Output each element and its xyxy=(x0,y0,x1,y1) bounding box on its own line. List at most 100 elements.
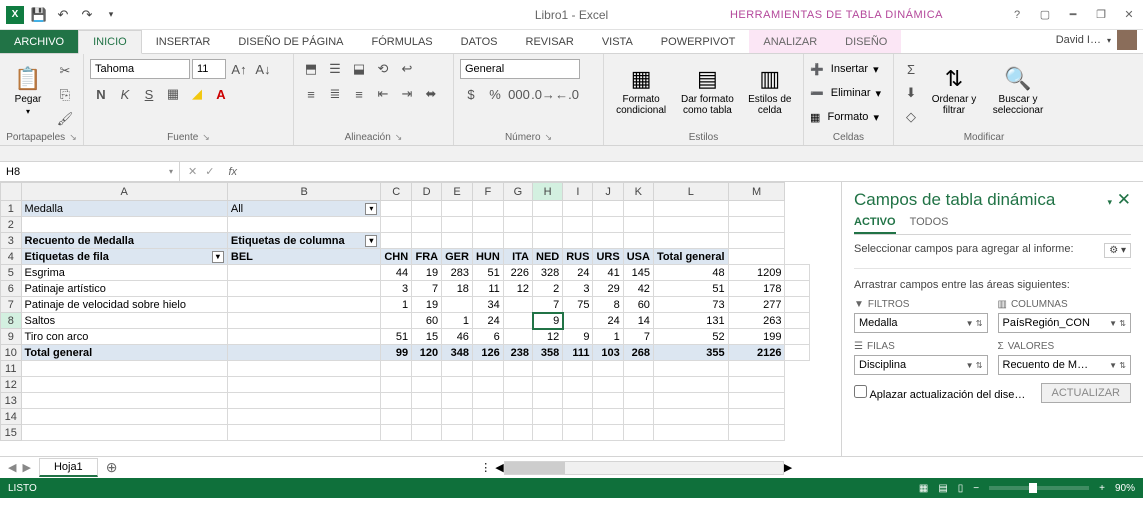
increase-decimal-icon[interactable]: .0→ xyxy=(532,83,554,105)
row-header-1[interactable]: 1 xyxy=(1,201,22,217)
filter-dropdown-icon[interactable]: ▾ xyxy=(365,203,377,215)
name-box[interactable]: H8▾ xyxy=(0,162,180,182)
row-header-9[interactable]: 9 xyxy=(1,329,22,345)
tab-powerpivot[interactable]: POWERPIVOT xyxy=(647,30,750,53)
cancel-formula-icon[interactable]: ✕ xyxy=(188,165,197,178)
spreadsheet-grid[interactable]: ABCDEFGHIJKLM1MedallaAll▾23Recuento de M… xyxy=(0,182,810,441)
scroll-left-icon[interactable]: ◀ xyxy=(495,461,503,474)
view-pagebreak-icon[interactable]: ▯ xyxy=(958,483,964,494)
undo-icon[interactable]: ↶ xyxy=(54,6,72,24)
restore-icon[interactable]: ❐ xyxy=(1087,3,1115,27)
increase-indent-icon[interactable]: ⇥ xyxy=(396,83,418,105)
row-header-15[interactable]: 15 xyxy=(1,425,22,441)
tab-vista[interactable]: VISTA xyxy=(588,30,647,53)
tab-archivo[interactable]: ARCHIVO xyxy=(0,30,78,53)
copy-icon[interactable]: ⎘ xyxy=(54,84,76,106)
align-top-icon[interactable]: ⬒ xyxy=(300,58,322,80)
row-header-8[interactable]: 8 xyxy=(1,313,22,329)
decrease-font-icon[interactable]: A↓ xyxy=(252,58,274,80)
row-header-4[interactable]: 4 xyxy=(1,249,22,265)
autosum-icon[interactable]: Σ xyxy=(900,58,922,80)
tab-insertar[interactable]: INSERTAR xyxy=(142,30,225,53)
tab-formulas[interactable]: FÓRMULAS xyxy=(358,30,447,53)
zoom-level[interactable]: 90% xyxy=(1115,483,1135,494)
format-cells-button[interactable]: ▦ Formato ▾ xyxy=(810,106,881,128)
row-header-13[interactable]: 13 xyxy=(1,393,22,409)
rows-area-item[interactable]: Disciplina▼ ⇅ xyxy=(854,355,988,375)
col-header-E[interactable]: E xyxy=(442,183,473,201)
values-area-item[interactable]: Recuento de M…▼ ⇅ xyxy=(998,355,1132,375)
redo-icon[interactable]: ↷ xyxy=(78,6,96,24)
user-name[interactable]: David I… xyxy=(1056,34,1101,46)
cut-icon[interactable]: ✂ xyxy=(54,60,76,82)
tab-diseno-pagina[interactable]: DISEÑO DE PÁGINA xyxy=(224,30,357,53)
tab-analizar[interactable]: ANALIZAR xyxy=(749,30,831,53)
sheet-tab-hoja1[interactable]: Hoja1 xyxy=(39,458,98,477)
format-painter-icon[interactable]: 🖌 xyxy=(54,108,76,130)
font-color-icon[interactable]: A xyxy=(210,83,232,105)
col-header-A[interactable]: A xyxy=(21,183,227,201)
col-header-H[interactable]: H xyxy=(533,183,563,201)
bold-icon[interactable]: N xyxy=(90,83,112,105)
close-icon[interactable]: ✕ xyxy=(1115,3,1143,27)
increase-font-icon[interactable]: A↑ xyxy=(228,58,250,80)
dialog-launcher-icon[interactable]: ↘ xyxy=(541,132,553,142)
align-bottom-icon[interactable]: ⬓ xyxy=(348,58,370,80)
font-name-input[interactable] xyxy=(90,59,190,79)
view-layout-icon[interactable]: ▤ xyxy=(938,483,947,494)
close-pane-icon[interactable]: ✕ xyxy=(1117,190,1131,209)
tab-datos[interactable]: DATOS xyxy=(447,30,512,53)
align-middle-icon[interactable]: ☰ xyxy=(324,58,346,80)
thousands-icon[interactable]: 000 xyxy=(508,83,530,105)
tab-revisar[interactable]: REVISAR xyxy=(512,30,588,53)
row-header-2[interactable]: 2 xyxy=(1,217,22,233)
col-header-K[interactable]: K xyxy=(623,183,653,201)
number-format-input[interactable] xyxy=(460,59,580,79)
prev-sheet-icon[interactable]: ◀ xyxy=(8,461,16,474)
add-sheet-icon[interactable]: ⊕ xyxy=(98,459,126,476)
row-header-11[interactable]: 11 xyxy=(1,361,22,377)
row-filter-dropdown-icon[interactable]: ▾ xyxy=(212,251,224,263)
tab-diseno[interactable]: DISEÑO xyxy=(831,30,901,53)
fields-tab-todos[interactable]: TODOS xyxy=(910,216,949,234)
dialog-launcher-icon[interactable]: ↘ xyxy=(198,132,210,142)
col-header-I[interactable]: I xyxy=(563,183,593,201)
orientation-icon[interactable]: ⟲ xyxy=(372,58,394,80)
zoom-in-icon[interactable]: + xyxy=(1099,483,1105,494)
row-header-12[interactable]: 12 xyxy=(1,377,22,393)
accounting-icon[interactable]: $ xyxy=(460,83,482,105)
horizontal-scrollbar[interactable] xyxy=(504,461,784,475)
paste-button[interactable]: 📋 Pegar ▾ xyxy=(6,58,50,124)
row-header-7[interactable]: 7 xyxy=(1,297,22,313)
col-header-L[interactable]: L xyxy=(653,183,728,201)
conditional-format-button[interactable]: ▦Formato condicional xyxy=(610,58,672,124)
fill-icon[interactable]: ⬇ xyxy=(900,82,922,104)
find-select-button[interactable]: 🔍Buscar y seleccionar xyxy=(986,58,1050,124)
col-header-B[interactable]: B xyxy=(227,183,380,201)
percent-icon[interactable]: % xyxy=(484,83,506,105)
decrease-indent-icon[interactable]: ⇤ xyxy=(372,83,394,105)
col-header-M[interactable]: M xyxy=(728,183,785,201)
dialog-launcher-icon[interactable]: ↘ xyxy=(65,132,77,142)
zoom-out-icon[interactable]: − xyxy=(973,483,979,494)
border-icon[interactable]: ▦ xyxy=(162,83,184,105)
col-header-C[interactable]: C xyxy=(381,183,412,201)
row-header-5[interactable]: 5 xyxy=(1,265,22,281)
cell-styles-button[interactable]: ▥Estilos de celda xyxy=(743,58,797,124)
align-right-icon[interactable]: ≡ xyxy=(348,83,370,105)
defer-update-checkbox[interactable]: Aplazar actualización del dise… xyxy=(854,385,1025,401)
align-center-icon[interactable]: ≣ xyxy=(324,83,346,105)
filter-area-item[interactable]: Medalla▼ ⇅ xyxy=(854,313,988,333)
formula-bar[interactable] xyxy=(243,162,1143,182)
col-filter-dropdown-icon[interactable]: ▾ xyxy=(365,235,377,247)
merge-icon[interactable]: ⬌ xyxy=(420,83,442,105)
tab-inicio[interactable]: INICIO xyxy=(78,30,142,54)
col-header-F[interactable]: F xyxy=(472,183,503,201)
row-header-3[interactable]: 3 xyxy=(1,233,22,249)
clear-icon[interactable]: ◇ xyxy=(900,106,922,128)
insert-cells-button[interactable]: ➕ Insertar ▾ xyxy=(810,58,881,80)
format-table-button[interactable]: ▤Dar formato como tabla xyxy=(676,58,738,124)
help-icon[interactable]: ? xyxy=(1003,3,1031,27)
minimize-icon[interactable]: ━ xyxy=(1059,3,1087,27)
view-normal-icon[interactable]: ▦ xyxy=(919,483,928,494)
